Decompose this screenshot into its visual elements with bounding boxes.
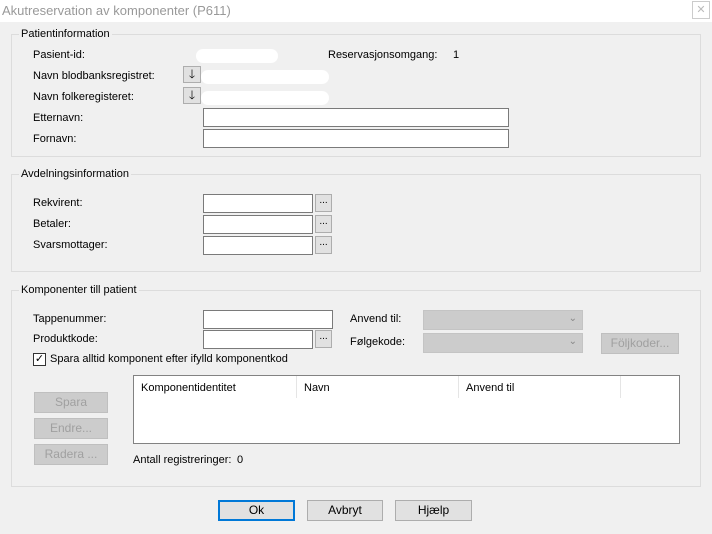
blodbank-arrow-button[interactable]: 🡓 bbox=[183, 66, 201, 83]
ellipsis-icon: ... bbox=[319, 216, 328, 227]
betaler-field[interactable] bbox=[203, 215, 313, 234]
count-value: 0 bbox=[237, 454, 244, 466]
spara-alltid-label: Spara alltid komponent efter ifylld komp… bbox=[50, 353, 288, 365]
fornavn-label: Fornavn: bbox=[33, 133, 77, 145]
pasient-id-value bbox=[196, 49, 278, 63]
betaler-label: Betaler: bbox=[33, 218, 71, 230]
department-info-legend: Avdelningsinformation bbox=[19, 168, 132, 180]
ellipsis-icon: ... bbox=[319, 331, 328, 342]
chevron-down-icon: ⌄ bbox=[568, 313, 577, 324]
down-arrow-icon: 🡓 bbox=[188, 67, 196, 81]
chevron-down-icon: ⌄ bbox=[568, 336, 577, 347]
patient-info-legend: Patientinformation bbox=[19, 28, 112, 40]
column-header-navn[interactable]: Navn bbox=[297, 376, 459, 398]
reservation-value: 1 bbox=[453, 49, 460, 61]
window-title: Akutreservation av komponenter (P611) bbox=[2, 3, 231, 18]
endre-button[interactable]: Endre... bbox=[34, 418, 108, 439]
tappenummer-field[interactable] bbox=[203, 310, 333, 329]
components-legend: Komponenter till patient bbox=[19, 284, 139, 296]
ellipsis-icon: ... bbox=[319, 237, 328, 248]
folkereg-name-value bbox=[201, 91, 329, 105]
blodbank-name-value bbox=[201, 70, 329, 84]
radera-button[interactable]: Radera ... bbox=[34, 444, 108, 465]
produktkode-field[interactable] bbox=[203, 330, 313, 349]
spara-button[interactable]: Spara bbox=[34, 392, 108, 413]
folgekode-label: Følgekode: bbox=[350, 336, 406, 348]
svarsmottager-lookup-button[interactable]: ... bbox=[315, 236, 332, 254]
count-label: Antall registreringer: bbox=[133, 454, 232, 466]
folkereg-label: Navn folkeregisteret: bbox=[33, 91, 134, 103]
svarsmottager-field[interactable] bbox=[203, 236, 313, 255]
svarsmottager-label: Svarsmottager: bbox=[33, 239, 108, 251]
produktkode-lookup-button[interactable]: ⌄... bbox=[315, 330, 332, 348]
rekvirent-lookup-button[interactable]: ... bbox=[315, 194, 332, 212]
anvend-label: Anvend til: bbox=[350, 313, 402, 325]
folgekode-select[interactable]: ⌄ bbox=[423, 333, 583, 353]
spara-alltid-checkbox[interactable]: ✓ bbox=[33, 353, 46, 366]
checkmark-icon: ✓ bbox=[34, 353, 45, 365]
ellipsis-icon: ... bbox=[319, 195, 328, 206]
department-info-group: Avdelningsinformation bbox=[11, 168, 701, 272]
etternavn-field[interactable] bbox=[203, 108, 509, 127]
produktkode-label: Produktkode: bbox=[33, 333, 98, 345]
folkereg-arrow-button[interactable]: 🡓 bbox=[183, 87, 201, 104]
avbryt-button[interactable]: Avbryt bbox=[307, 500, 383, 521]
down-arrow-icon: 🡓 bbox=[188, 88, 196, 102]
close-button[interactable]: ✕ bbox=[692, 1, 710, 19]
pasient-id-label: Pasient-id: bbox=[33, 49, 85, 61]
rekvirent-field[interactable] bbox=[203, 194, 313, 213]
blodbank-label: Navn blodbanksregistret: bbox=[33, 70, 155, 82]
title-bar: Akutreservation av komponenter (P611) ✕ bbox=[0, 0, 712, 22]
fornavn-field[interactable] bbox=[203, 129, 509, 148]
rekvirent-label: Rekvirent: bbox=[33, 197, 83, 209]
tappenummer-label: Tappenummer: bbox=[33, 313, 107, 325]
ok-button[interactable]: Ok bbox=[218, 500, 295, 521]
foljkoder-button[interactable]: Följkoder... bbox=[601, 333, 679, 354]
column-header-komponentidentitet[interactable]: Komponentidentitet bbox=[134, 376, 297, 398]
anvend-select[interactable]: ⌄ bbox=[423, 310, 583, 330]
etternavn-label: Etternavn: bbox=[33, 112, 84, 124]
components-table[interactable]: Komponentidentitet Navn Anvend til bbox=[133, 375, 680, 444]
hjaelp-button[interactable]: Hjælp bbox=[395, 500, 472, 521]
close-icon: ✕ bbox=[696, 4, 706, 16]
column-header-anvend-til[interactable]: Anvend til bbox=[459, 376, 621, 398]
reservation-label: Reservasjonsomgang: bbox=[328, 49, 438, 61]
betaler-lookup-button[interactable]: ... bbox=[315, 215, 332, 233]
